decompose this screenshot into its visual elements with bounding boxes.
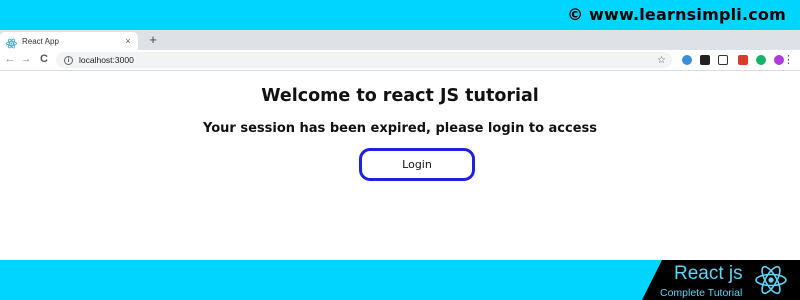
info-icon[interactable]: i — [64, 55, 73, 65]
page-content: Welcome to react JS tutorial Your sessio… — [0, 72, 800, 260]
logo-title: React js — [674, 263, 743, 284]
screenshot-frame: © www.learnsimpli.com React App × + ← → … — [0, 0, 800, 300]
address-bar[interactable]: i localhost:3000 ☆ — [56, 52, 672, 68]
react-js-logo-block: React js Complete Tutorial — [642, 260, 800, 300]
top-banner: © www.learnsimpli.com — [0, 0, 800, 30]
logo-subtitle: Complete Tutorial — [660, 287, 743, 299]
pdf-icon[interactable] — [738, 55, 748, 65]
browser-toolbar: ← → C i localhost:3000 ☆ ⋮ — [0, 50, 800, 71]
react-atom-icon — [755, 265, 787, 295]
ob-icon[interactable] — [700, 55, 710, 65]
tab-title: React App — [22, 36, 59, 46]
reload-icon[interactable]: C — [38, 53, 50, 65]
cloud-icon[interactable] — [682, 55, 692, 65]
new-tab-button[interactable]: + — [146, 32, 160, 47]
close-tab-icon[interactable]: × — [122, 36, 134, 46]
browser-menu-icon[interactable]: ⋮ — [783, 53, 794, 67]
watermark-text: © www.learnsimpli.com — [567, 5, 786, 24]
tab-strip: React App × + — [0, 30, 800, 50]
back-arrow-icon[interactable]: ← — [4, 53, 16, 65]
forward-arrow-icon[interactable]: → — [20, 53, 32, 65]
login-button[interactable]: Login — [359, 148, 475, 181]
react-favicon-icon — [6, 36, 17, 48]
bookmark-star-icon[interactable]: ☆ — [657, 55, 666, 66]
browser-tab[interactable]: React App × — [0, 32, 138, 50]
screen-icon[interactable] — [718, 55, 728, 65]
bottom-banner: React js Complete Tutorial — [0, 260, 800, 300]
grammarly-icon[interactable] — [756, 55, 766, 65]
page-heading: Welcome to react JS tutorial — [261, 86, 539, 106]
session-expired-message: Your session has been expired, please lo… — [202, 121, 598, 136]
url-text: localhost:3000 — [79, 55, 134, 65]
